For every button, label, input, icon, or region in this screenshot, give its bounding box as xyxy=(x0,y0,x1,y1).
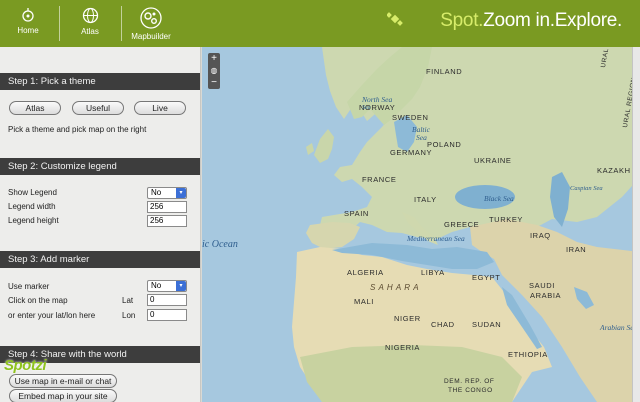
map-label: EGYPT xyxy=(472,273,501,282)
map-label: THE CONGO xyxy=(448,387,493,394)
cogs-icon xyxy=(140,7,162,29)
embed-map-button[interactable]: Embed map in your site xyxy=(9,389,117,402)
map-label: SWEDEN xyxy=(392,113,429,122)
nav-home[interactable]: Home xyxy=(8,0,48,47)
map-label: DEM. REP. OF xyxy=(444,378,495,385)
lat-field[interactable]: 0 xyxy=(147,294,187,306)
map-label: Sea xyxy=(362,105,371,111)
map-label: FINLAND xyxy=(426,67,463,76)
mapbuilder-sidebar: Step 1: Pick a theme Atlas Useful Live P… xyxy=(0,47,201,402)
map-label: POLAND xyxy=(427,140,462,149)
satellite-icon xyxy=(387,12,403,26)
map-label: MALI xyxy=(354,297,374,306)
legend-height-field[interactable]: 256 xyxy=(147,215,187,227)
map-zoom-control: + ◍ − xyxy=(208,53,220,89)
map-label: IRAQ xyxy=(530,231,551,240)
step1-header: Step 1: Pick a theme xyxy=(0,73,200,90)
zoom-in-button[interactable]: + xyxy=(208,53,220,65)
map-label: SUDAN xyxy=(472,320,502,329)
globe-icon xyxy=(82,7,98,24)
step1-hint: Pick a theme and pick map on the right xyxy=(8,125,147,134)
show-legend-value: No xyxy=(151,188,162,197)
use-marker-label: Use marker xyxy=(8,282,50,291)
nav-mapbuilder[interactable]: Mapbuilder xyxy=(127,0,175,47)
brand-part-explore: Explore. xyxy=(554,10,623,31)
lat-label: Lat xyxy=(122,296,134,305)
map-label: SAUDI xyxy=(529,281,555,290)
map-label: FRANCE xyxy=(362,175,397,184)
show-legend-label: Show Legend xyxy=(8,188,57,197)
chevron-down-icon: ▾ xyxy=(176,281,186,291)
spotzi-logo: Spotzi xyxy=(4,357,47,374)
page-scrollbar[interactable] xyxy=(632,47,640,402)
lon-field[interactable]: 0 xyxy=(147,309,187,321)
use-marker-select[interactable]: No ▾ xyxy=(147,280,187,292)
map-label: Mediterranean Sea xyxy=(407,234,465,243)
map-label: UKRAINE xyxy=(474,156,512,165)
nav-divider xyxy=(121,6,122,41)
map-label: ARABIA xyxy=(530,291,562,300)
map-label: GERMANY xyxy=(390,148,433,157)
map-label: KAZAKH xyxy=(597,166,631,175)
share-email-chat-button[interactable]: Use map in e-mail or chat xyxy=(9,374,117,388)
nav-atlas-label: Atlas xyxy=(81,27,99,36)
brand-part-spot: Spot. xyxy=(440,10,484,31)
map-label: S A H A R A xyxy=(370,283,420,292)
target-icon xyxy=(22,8,34,22)
globe-icon[interactable]: ◍ xyxy=(208,65,220,77)
click-map-label: Click on the map xyxy=(8,296,68,305)
map-label: Sea xyxy=(416,133,427,142)
legend-width-field[interactable]: 256 xyxy=(147,201,187,213)
nav-mapbuilder-label: Mapbuilder xyxy=(131,32,171,41)
lon-label: Lon xyxy=(122,311,136,320)
nav-atlas[interactable]: Atlas xyxy=(70,0,110,47)
map-label: ALGERIA xyxy=(347,268,384,277)
map-label: SPAIN xyxy=(344,209,369,218)
map-label: North Sea xyxy=(362,95,393,104)
map-label: IRAN xyxy=(566,245,587,254)
brand-tagline: Spot.Zoom in.Explore. xyxy=(440,10,622,32)
nav-divider xyxy=(59,6,60,41)
map-label: CHAD xyxy=(431,320,455,329)
theme-live-button[interactable]: Live xyxy=(134,101,186,115)
step2-header: Step 2: Customize legend xyxy=(0,158,200,175)
map-label: Caspian Sea xyxy=(570,185,603,192)
map-label: NIGER xyxy=(394,314,421,323)
brand-part-zoom: Zoom in. xyxy=(483,10,555,31)
show-legend-select[interactable]: No ▾ xyxy=(147,187,187,199)
theme-useful-button[interactable]: Useful xyxy=(72,101,124,115)
map-label: TURKEY xyxy=(489,215,524,224)
use-marker-value: No xyxy=(151,281,162,290)
top-navigation-bar: Home Atlas Mapbuilder Spot.Zoom in.Explo… xyxy=(0,0,640,47)
map-label: ITALY xyxy=(414,195,437,204)
legend-height-label: Legend height xyxy=(8,216,59,225)
step3-header: Step 3: Add marker xyxy=(0,251,200,268)
theme-atlas-button[interactable]: Atlas xyxy=(9,101,61,115)
zoom-out-button[interactable]: − xyxy=(208,77,220,89)
map-label: LIBYA xyxy=(421,268,445,277)
map-label: NIGERIA xyxy=(385,343,421,352)
map-label: ETHIOPIA xyxy=(508,350,548,359)
chevron-down-icon: ▾ xyxy=(176,188,186,198)
map-label: GREECE xyxy=(444,220,480,229)
legend-width-label: Legend width xyxy=(8,202,56,211)
map-label: ic Ocean xyxy=(202,239,238,250)
nav-home-label: Home xyxy=(17,26,39,35)
map-label: Black Sea xyxy=(484,194,514,203)
map-basemap xyxy=(292,47,640,402)
map-viewport[interactable]: + ◍ − FINLAND NORWAY SWEDEN North Sea Se… xyxy=(202,47,640,402)
enter-latlon-label: or enter your lat/lon here xyxy=(8,311,96,320)
